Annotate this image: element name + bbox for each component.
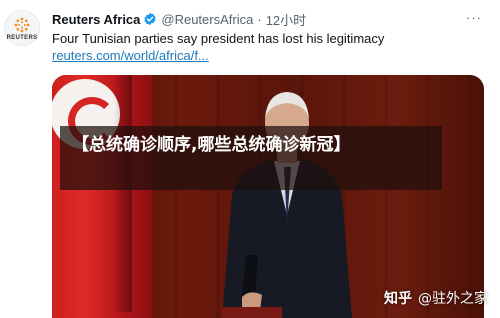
tweet-link[interactable]: reuters.com/world/africa/f...: [52, 48, 209, 63]
president-figure: [222, 92, 352, 318]
watermark-user: @驻外之家: [418, 291, 488, 307]
verified-badge-icon: [144, 12, 156, 26]
avatar[interactable]: REUTERS: [4, 10, 40, 46]
more-options-icon[interactable]: ···: [466, 10, 482, 25]
author-handle[interactable]: @ReutersAfrica: [161, 12, 253, 27]
avatar-logo-text: REUTERS: [6, 35, 38, 41]
tweet-header: Reuters Africa @ReutersAfrica · 12小时: [52, 10, 470, 28]
tweet-media-image[interactable]: [52, 75, 484, 318]
tunisian-flag: [52, 75, 152, 318]
watermark: 知乎 @驻外之家: [384, 288, 488, 308]
header-separator: ·: [257, 11, 262, 27]
flag-fold-shadow: [114, 75, 132, 312]
tweet-text: Four Tunisian parties say president has …: [52, 31, 385, 46]
watermark-brand: 知乎: [384, 291, 412, 307]
reuters-logo-icon: [14, 17, 30, 33]
author-name[interactable]: Reuters Africa: [52, 12, 140, 27]
overlay-caption: 【总统确诊顺序,哪些总统确诊新冠】: [60, 126, 442, 190]
tweet-timestamp[interactable]: 12小时: [266, 10, 306, 29]
